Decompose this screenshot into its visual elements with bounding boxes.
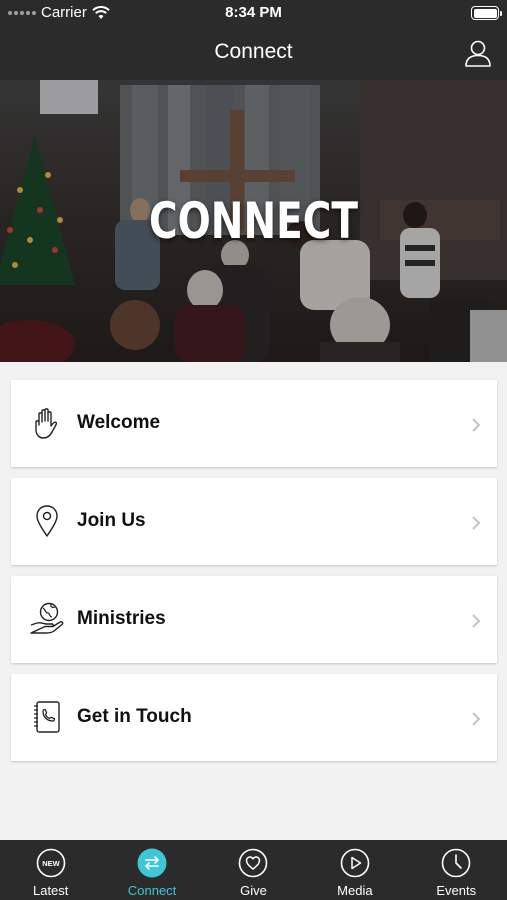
- navigation-bar: Connect: [0, 26, 507, 80]
- menu-item-welcome[interactable]: Welcome: [11, 380, 497, 467]
- status-bar: Carrier 8:34 PM: [0, 0, 507, 26]
- phone-book-icon: [34, 701, 60, 733]
- menu-item-label: Get in Touch: [77, 706, 192, 727]
- tab-events[interactable]: Events: [406, 840, 507, 900]
- tab-connect[interactable]: Connect: [101, 840, 202, 900]
- connect-menu: Welcome Join Us Ministries Get in Touch: [11, 380, 497, 772]
- play-icon: [340, 848, 370, 878]
- new-badge-icon: NEW: [36, 848, 65, 878]
- chevron-right-icon: [472, 516, 481, 530]
- heart-icon: [239, 848, 268, 878]
- swap-arrows-icon: [137, 848, 167, 878]
- tab-bar: NEW Latest Connect Give Media Events: [0, 840, 507, 900]
- hero-title: CONNECT: [149, 192, 358, 250]
- chevron-right-icon: [472, 712, 481, 726]
- hero-banner: CONNECT: [0, 80, 507, 362]
- map-pin-icon: [36, 505, 58, 537]
- tab-label: Give: [240, 883, 267, 898]
- tab-label: Events: [436, 883, 477, 898]
- tab-label: Connect: [127, 883, 177, 898]
- menu-item-get-in-touch[interactable]: Get in Touch: [11, 674, 497, 761]
- tab-label: Latest: [32, 883, 69, 898]
- chevron-right-icon: [472, 614, 481, 628]
- svg-text:NEW: NEW: [42, 859, 60, 868]
- status-time: 8:34 PM: [225, 4, 282, 21]
- battery-icon: [471, 6, 502, 20]
- hand-wave-icon: [35, 408, 58, 439]
- tab-give[interactable]: Give: [203, 840, 304, 900]
- menu-item-join-us[interactable]: Join Us: [11, 478, 497, 565]
- globe-in-hand-icon: [30, 602, 64, 634]
- tab-latest[interactable]: NEW Latest: [0, 840, 101, 900]
- page-title: Connect: [214, 40, 293, 63]
- menu-item-ministries[interactable]: Ministries: [11, 576, 497, 663]
- tab-label: Media: [337, 883, 373, 898]
- menu-item-label: Ministries: [77, 608, 166, 629]
- user-icon[interactable]: [463, 38, 493, 68]
- menu-item-label: Join Us: [77, 510, 146, 531]
- clock-icon: [441, 848, 471, 878]
- tab-media[interactable]: Media: [304, 840, 405, 900]
- chevron-right-icon: [472, 418, 481, 432]
- menu-item-label: Welcome: [77, 412, 161, 433]
